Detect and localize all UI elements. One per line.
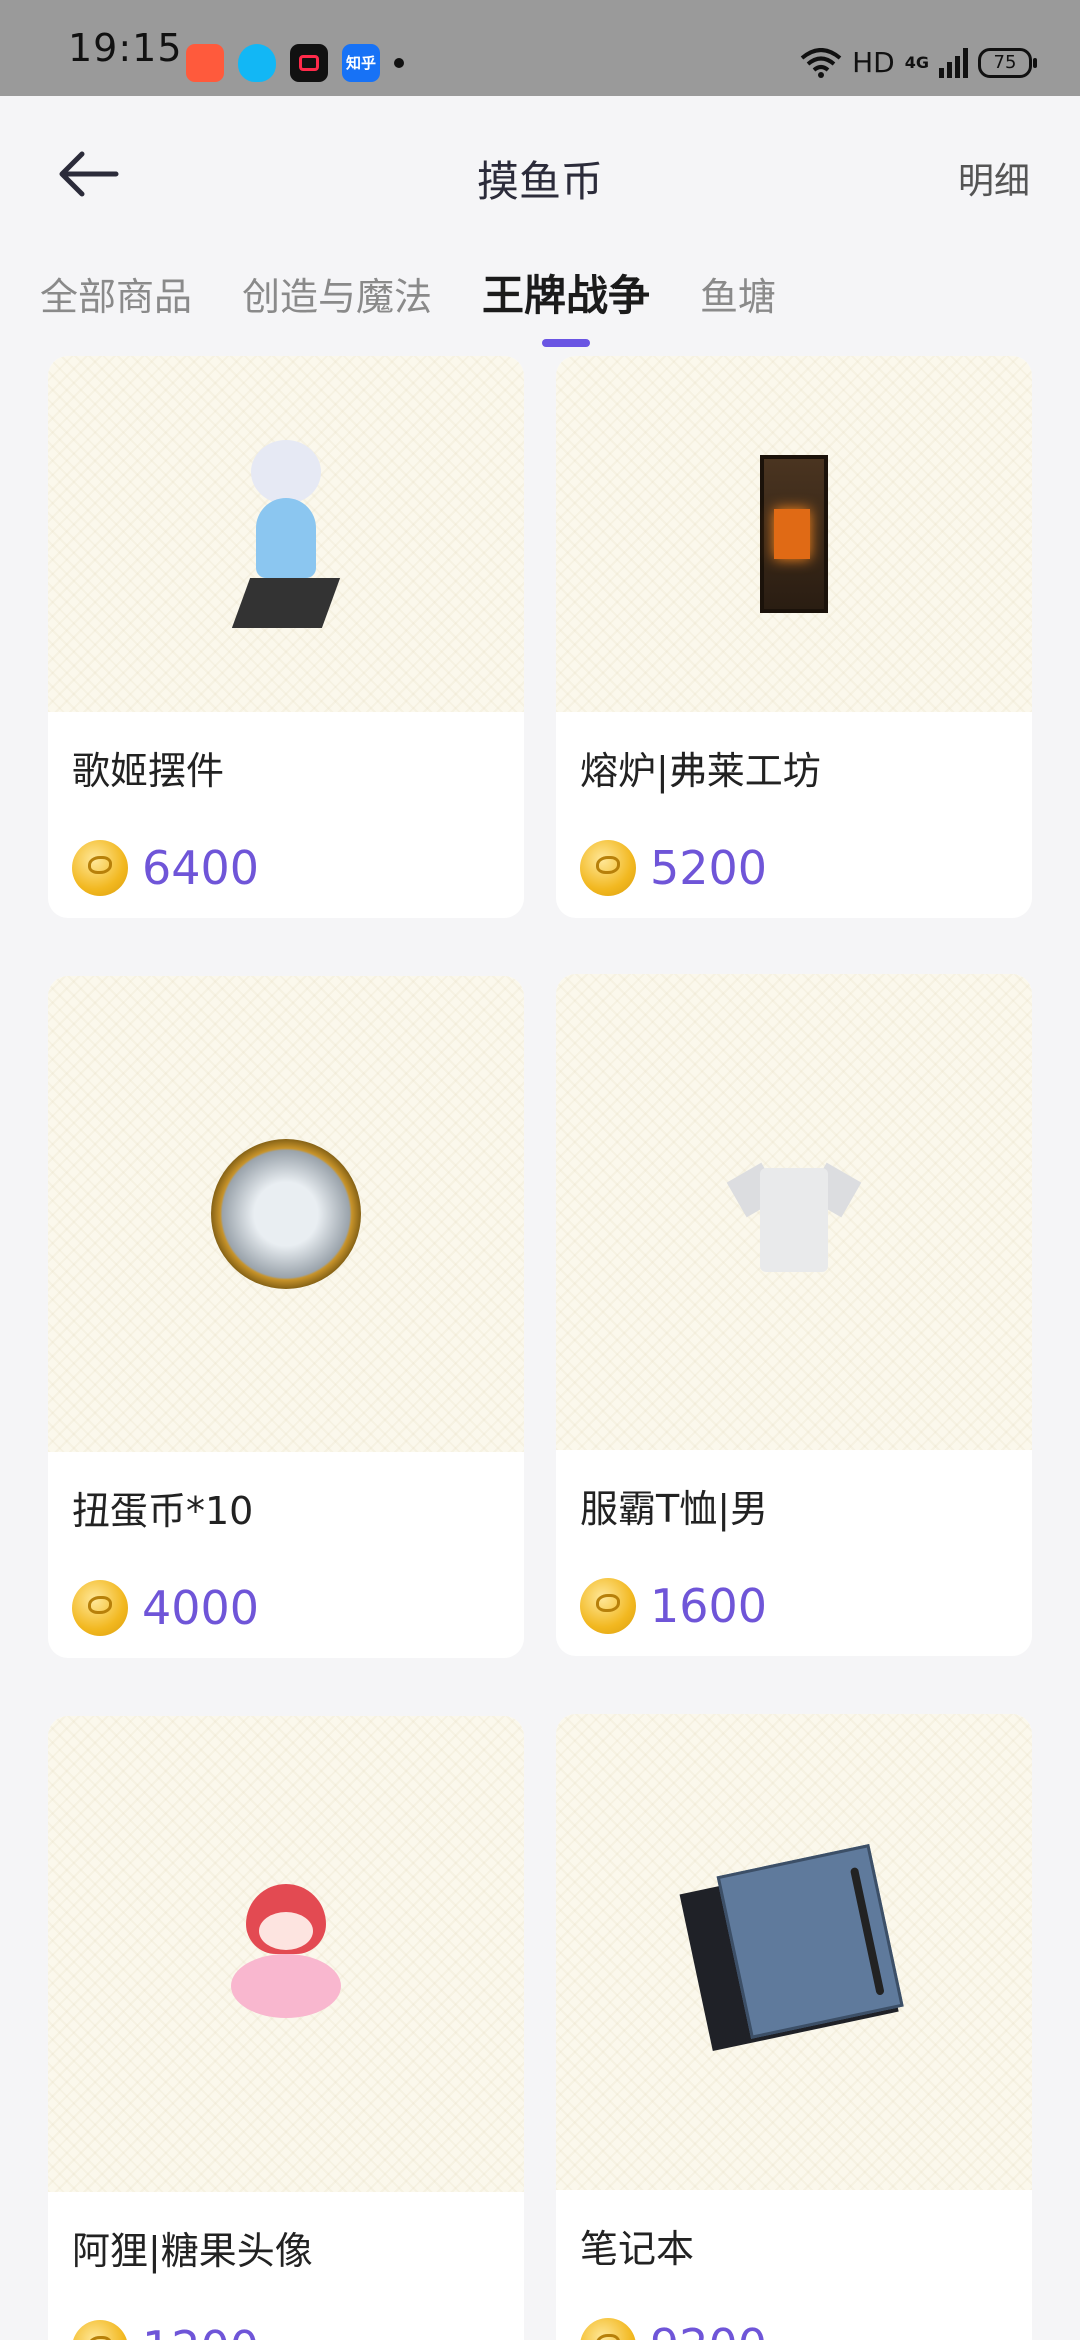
notebook-image bbox=[679, 1844, 904, 2052]
tab-ace-war[interactable]: 王牌战争 bbox=[482, 262, 650, 347]
product-card[interactable]: 歌姬摆件 6400 bbox=[48, 356, 524, 918]
fish-coin-icon bbox=[72, 2320, 128, 2340]
product-card[interactable]: 笔记本 9200 bbox=[556, 1714, 1032, 2340]
price-value: 4000 bbox=[142, 1581, 260, 1635]
product-grid: 歌姬摆件 6400 熔炉|弗莱工坊 5200 扭蛋币*10 4000 服霸T恤|… bbox=[0, 356, 1080, 2340]
signal-icon bbox=[939, 47, 968, 78]
idol-figure-image bbox=[231, 440, 341, 628]
product-image bbox=[556, 356, 1032, 712]
price-value: 9200 bbox=[650, 2319, 767, 2340]
tshirt-image bbox=[726, 1152, 862, 1272]
product-image bbox=[556, 974, 1032, 1450]
more-notifications-dot bbox=[394, 58, 404, 68]
tab-label: 王牌战争 bbox=[482, 271, 651, 320]
tab-label: 鱼塘 bbox=[700, 275, 777, 319]
fish-coin-icon bbox=[72, 840, 128, 896]
status-bar: 19:15 知乎 HD 4G 75 bbox=[0, 0, 1080, 96]
recorder-icon bbox=[290, 44, 328, 82]
fish-coin-icon bbox=[580, 2318, 636, 2340]
product-image bbox=[48, 356, 524, 712]
fish-coin-icon bbox=[580, 1578, 636, 1634]
battery-icon: 75 bbox=[978, 47, 1037, 78]
product-card[interactable]: 阿狸|糖果头像 1200 bbox=[48, 1716, 524, 2340]
tab-label: 创造与魔法 bbox=[242, 275, 433, 319]
product-name: 熔炉|弗莱工坊 bbox=[580, 749, 821, 793]
tab-fish-pond[interactable]: 鱼塘 bbox=[700, 266, 776, 347]
status-time: 19:15 bbox=[68, 26, 183, 70]
price-value: 5200 bbox=[650, 841, 768, 895]
qq-icon bbox=[238, 44, 276, 82]
furnace-image bbox=[760, 455, 828, 613]
product-price: 1600 bbox=[556, 1534, 1032, 1656]
product-name: 扭蛋币*10 bbox=[72, 1489, 254, 1533]
fox-avatar-image bbox=[231, 1884, 341, 2024]
network-type-indicator: 4G bbox=[904, 53, 929, 72]
price-value: 1600 bbox=[650, 1579, 768, 1633]
product-price: 9200 bbox=[556, 2274, 1032, 2340]
product-name: 歌姬摆件 bbox=[72, 749, 225, 793]
tab-creation-magic[interactable]: 创造与魔法 bbox=[242, 266, 432, 347]
zhihu-icon: 知乎 bbox=[342, 44, 380, 82]
product-card[interactable]: 熔炉|弗莱工坊 5200 bbox=[556, 356, 1032, 918]
hd-indicator: HD bbox=[852, 46, 895, 79]
product-price: 4000 bbox=[48, 1536, 524, 1658]
product-card[interactable]: 扭蛋币*10 4000 bbox=[48, 976, 524, 1658]
wifi-icon bbox=[800, 47, 842, 78]
product-name: 阿狸|糖果头像 bbox=[72, 2229, 313, 2273]
gacha-coin-image bbox=[211, 1139, 361, 1289]
app-header: 摸鱼币 明细 全部商品 创造与魔法 王牌战争 鱼塘 bbox=[0, 96, 1080, 356]
category-tabs: 全部商品 创造与魔法 王牌战争 鱼塘 bbox=[40, 266, 776, 347]
active-tab-indicator bbox=[542, 339, 591, 347]
product-price: 1200 bbox=[48, 2276, 524, 2340]
product-image bbox=[48, 976, 524, 1452]
price-value: 6400 bbox=[142, 841, 260, 895]
tab-all-products[interactable]: 全部商品 bbox=[40, 266, 192, 347]
product-card[interactable]: 服霸T恤|男 1600 bbox=[556, 974, 1032, 1656]
page-title: 摸鱼币 bbox=[476, 157, 603, 206]
product-name: 笔记本 bbox=[580, 2227, 695, 2271]
product-price: 5200 bbox=[556, 796, 1032, 918]
tab-label: 全部商品 bbox=[40, 275, 193, 319]
fish-coin-icon bbox=[72, 1580, 128, 1636]
status-indicators: HD 4G 75 bbox=[800, 46, 1037, 79]
product-name: 服霸T恤|男 bbox=[580, 1487, 769, 1531]
product-image bbox=[556, 1714, 1032, 2190]
product-price: 6400 bbox=[48, 796, 524, 918]
detail-link[interactable]: 明细 bbox=[958, 152, 1030, 204]
fish-coin-icon bbox=[580, 840, 636, 896]
product-image bbox=[48, 1716, 524, 2192]
kuaishou-icon bbox=[186, 44, 224, 82]
price-value: 1200 bbox=[142, 2321, 259, 2340]
notification-icons: 知乎 bbox=[186, 44, 404, 82]
